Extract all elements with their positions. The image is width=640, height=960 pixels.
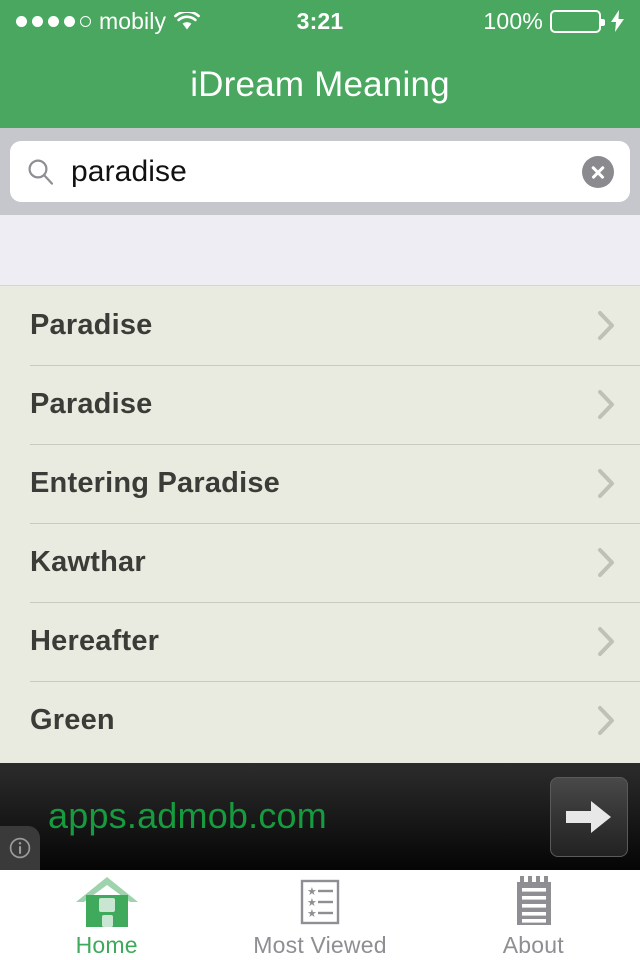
result-title: Paradise bbox=[30, 309, 153, 341]
search-field[interactable]: paradise bbox=[10, 141, 630, 202]
ad-banner[interactable]: apps.admob.com bbox=[0, 763, 640, 870]
tab-most-viewed[interactable]: ★ ★ ★ Most Viewed bbox=[213, 871, 426, 960]
result-title: Kawthar bbox=[30, 546, 146, 578]
search-bar-container: paradise bbox=[0, 128, 640, 215]
clock-label: 3:21 bbox=[296, 7, 344, 34]
status-bar: mobily 3:21 100% bbox=[0, 0, 640, 42]
search-input[interactable]: paradise bbox=[71, 155, 582, 189]
tab-home[interactable]: Home bbox=[0, 871, 213, 960]
search-scope-band bbox=[0, 215, 640, 286]
svg-text:★: ★ bbox=[307, 907, 317, 920]
navigation-bar: iDream Meaning bbox=[0, 42, 640, 128]
table-row[interactable]: Entering Paradise bbox=[0, 444, 640, 523]
chevron-right-icon bbox=[597, 626, 616, 657]
chevron-right-icon bbox=[597, 389, 616, 420]
house-icon bbox=[74, 876, 140, 928]
search-icon bbox=[26, 157, 55, 186]
signal-dot-empty bbox=[80, 15, 91, 27]
tab-most-viewed-label: Most Viewed bbox=[253, 932, 387, 958]
status-bar-left: mobily bbox=[16, 8, 297, 35]
carrier-label: mobily bbox=[99, 7, 167, 34]
table-row[interactable]: Paradise bbox=[0, 286, 640, 365]
signal-dot bbox=[64, 15, 75, 27]
result-title: Paradise bbox=[30, 388, 153, 420]
ad-url-label[interactable]: apps.admob.com bbox=[48, 795, 327, 837]
ad-action-button[interactable] bbox=[550, 777, 628, 857]
table-row[interactable]: Paradise bbox=[0, 365, 640, 444]
arrow-right-icon bbox=[566, 798, 612, 836]
starred-list-icon: ★ ★ ★ bbox=[294, 876, 346, 928]
chevron-right-icon bbox=[597, 705, 616, 736]
lightning-bolt-icon bbox=[611, 10, 624, 32]
signal-dot bbox=[32, 15, 43, 27]
tab-home-label: Home bbox=[75, 932, 138, 958]
signal-dot bbox=[16, 15, 27, 27]
tab-about-label: About bbox=[502, 932, 564, 958]
notepad-icon bbox=[507, 876, 559, 928]
tab-about[interactable]: About bbox=[427, 871, 640, 960]
signal-dot bbox=[48, 15, 59, 27]
result-title: Green bbox=[30, 704, 115, 736]
table-row[interactable]: Hereafter bbox=[0, 602, 640, 681]
wifi-icon bbox=[174, 9, 200, 31]
battery-percent-label: 100% bbox=[483, 7, 543, 34]
signal-strength-dots bbox=[16, 15, 91, 27]
app-screen: mobily 3:21 100% iDream Meaning paradise… bbox=[0, 0, 640, 960]
result-title: Entering Paradise bbox=[30, 467, 280, 499]
chevron-right-icon bbox=[597, 547, 616, 578]
status-bar-right: 100% bbox=[343, 8, 624, 35]
search-results-list[interactable]: Paradise Paradise Entering Paradise Kawt… bbox=[0, 286, 640, 763]
info-circle-icon bbox=[8, 836, 32, 860]
page-title: iDream Meaning bbox=[190, 65, 450, 104]
clear-search-button[interactable] bbox=[582, 155, 614, 188]
tab-bar: Home ★ ★ ★ Most Viewed About bbox=[0, 870, 640, 960]
table-row[interactable]: Kawthar bbox=[0, 523, 640, 602]
chevron-right-icon bbox=[597, 468, 616, 499]
ad-info-button[interactable] bbox=[0, 826, 40, 870]
chevron-right-icon bbox=[597, 310, 616, 341]
battery-icon bbox=[550, 9, 605, 33]
table-row[interactable]: Green bbox=[0, 681, 640, 760]
result-title: Hereafter bbox=[30, 625, 160, 657]
